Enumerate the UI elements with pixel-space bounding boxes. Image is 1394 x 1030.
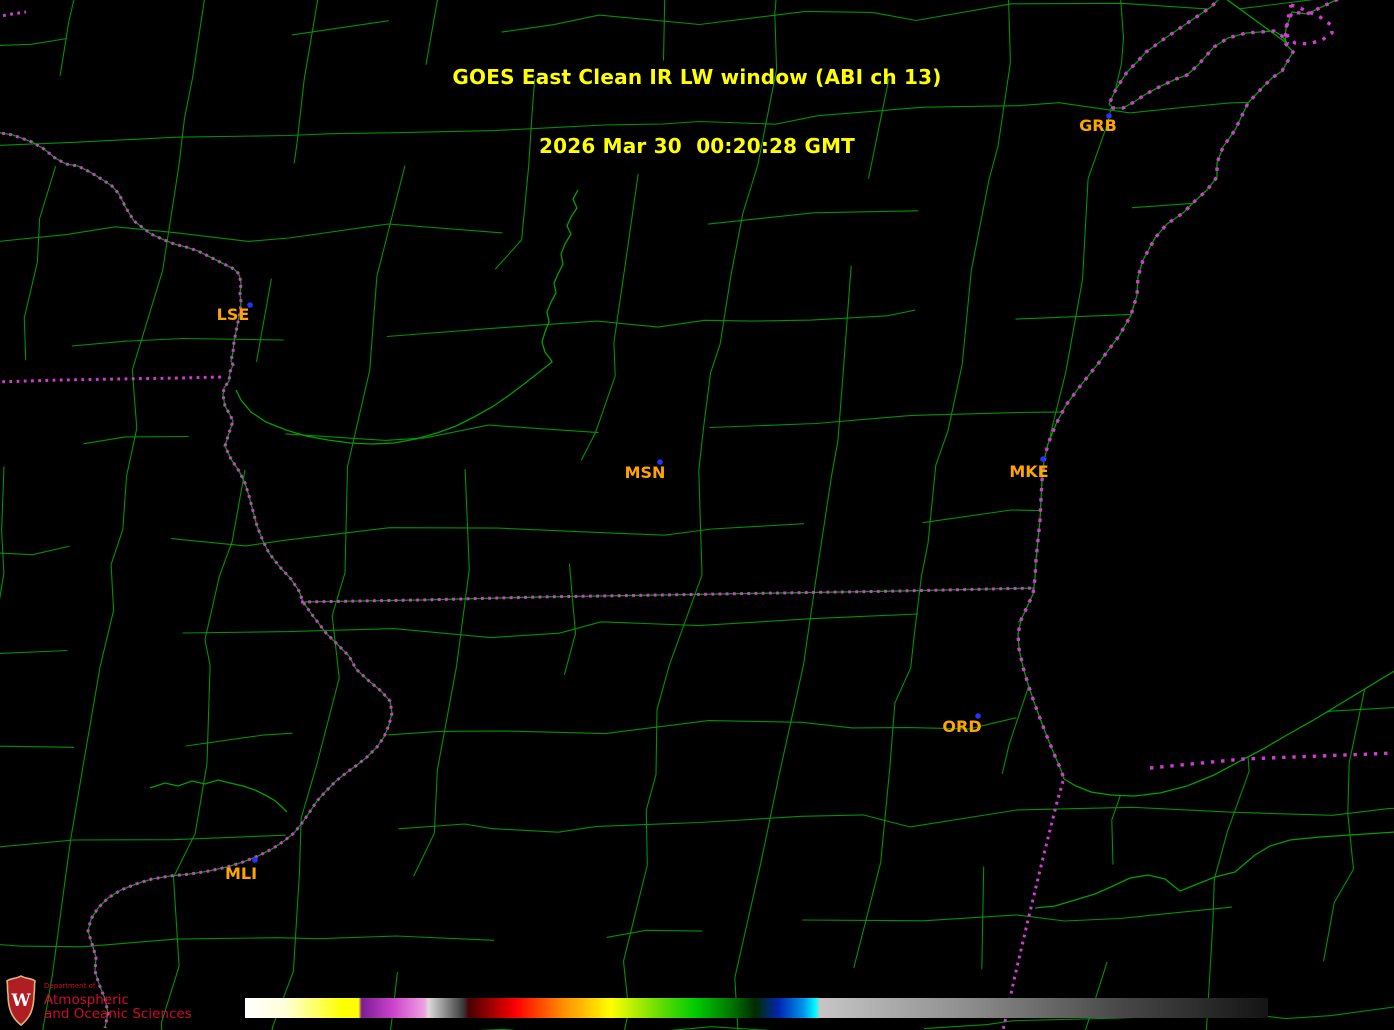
county-boundary-line [0,906,1233,948]
border-mississippi-river [0,131,394,1029]
temperature-colorbar [245,998,1268,1018]
station-marker-ORD: ORD [942,713,982,736]
satellite-image-viewport: GRB LSE MSN MKE ORD MLI GOES East Clean IR LW… [0,0,1394,1030]
station-marker-MKE: MKE [1009,456,1049,481]
logo-name-line1: Atmospheric [44,991,129,1008]
border-top-left-fragment [0,10,27,18]
county-boundary-line [0,200,1333,242]
station-label-MLI: MLI [225,864,257,883]
station-marker-LSE: LSE [217,302,253,324]
station-dot-MKE [1040,456,1046,462]
aos-logo: W Department of Atmospheric and Oceanic … [4,975,192,1027]
station-label-MSN: MSN [625,463,666,482]
mississippi-river-shoreline [0,132,393,1029]
station-label-ORD: ORD [942,717,981,736]
county-boundary-line [389,78,536,1030]
county-boundary-line [0,806,1394,848]
logo-dept-line: Department of [44,982,96,990]
uw-crest-icon: W [6,975,36,1027]
county-boundary-line [734,78,890,1030]
logo-text: Department of Atmospheric and Oceanic Sc… [44,982,192,1023]
wisconsin-river [235,189,579,445]
product-title: GOES East Clean IR LW window (ABI ch 13) [452,65,942,89]
image-title: GOES East Clean IR LW window (ABI ch 13)… [0,20,1394,204]
border-mn-ia [0,375,222,384]
station-label-MKE: MKE [1009,462,1048,481]
station-dot-MLI [252,857,258,863]
crest-monogram: W [10,991,31,1011]
logo-name-line2: and Oceanic Sciences [44,1006,192,1023]
station-label-LSE: LSE [217,305,250,324]
timestamp: 2026 Mar 30 00:20:28 GMT [538,134,856,158]
illinois-river-tributary [1034,831,1394,909]
station-marker-MSN: MSN [625,459,666,482]
rock-river [149,779,288,813]
